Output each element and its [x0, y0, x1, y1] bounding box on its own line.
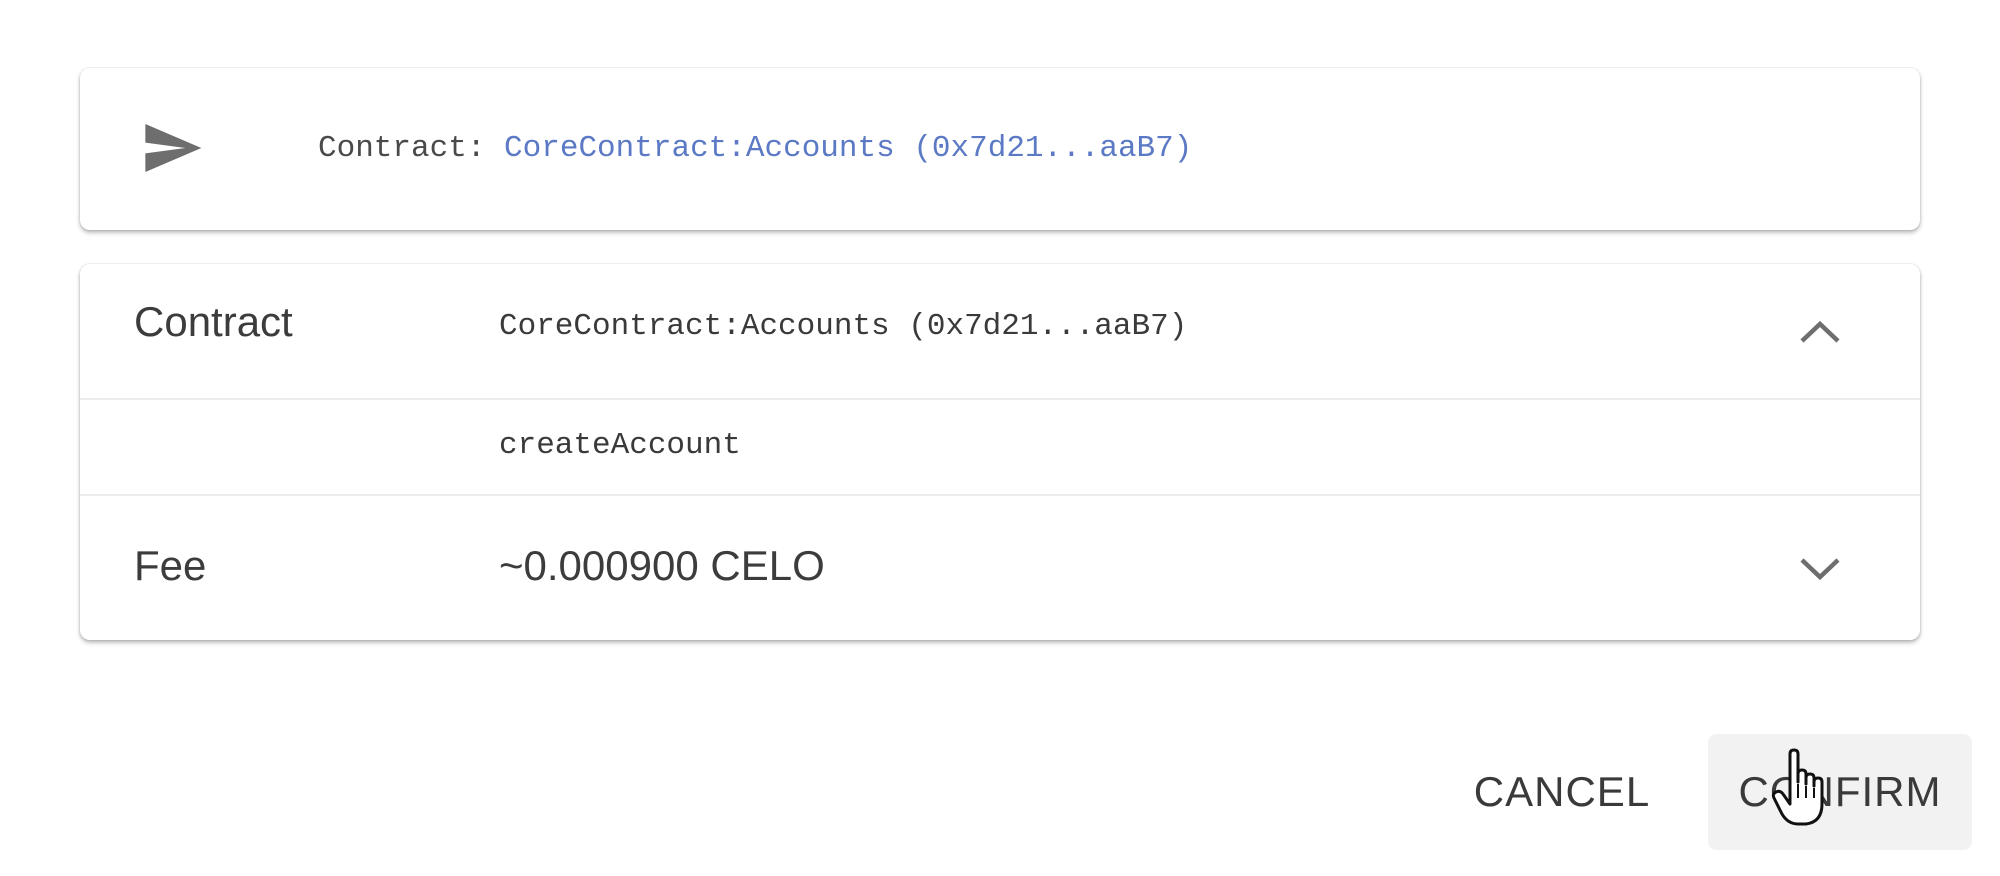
cancel-button[interactable]: CANCEL — [1442, 734, 1682, 850]
contract-link[interactable]: CoreContract:Accounts (0x7d21...aaB7) — [504, 131, 1192, 166]
transaction-summary-card: Contract: CoreContract:Accounts (0x7d21.… — [80, 68, 1920, 230]
method-name: createAccount — [499, 428, 741, 463]
transaction-details-card: Contract CoreContract:Accounts (0x7d21..… — [80, 264, 1920, 640]
method-row: createAccount — [80, 398, 1920, 496]
chevron-down-icon[interactable] — [1795, 554, 1845, 584]
fee-value: ~0.000900 CELO — [499, 542, 825, 589]
confirm-transaction-dialog: Contract: CoreContract:Accounts (0x7d21.… — [0, 0, 2000, 876]
fee-label: Fee — [134, 542, 207, 589]
contract-row[interactable]: Contract CoreContract:Accounts (0x7d21..… — [80, 264, 1920, 400]
confirm-button[interactable]: CONFIRM — [1708, 734, 1972, 850]
send-icon — [145, 124, 202, 172]
transaction-summary-text: Contract: CoreContract:Accounts (0x7d21.… — [318, 124, 1192, 174]
contract-label: Contract — [134, 298, 293, 345]
contract-value: CoreContract:Accounts (0x7d21...aaB7) — [499, 309, 1188, 344]
transaction-prefix: Contract: — [318, 131, 486, 166]
fee-row[interactable]: Fee ~0.000900 CELO — [80, 496, 1920, 640]
chevron-up-icon[interactable] — [1795, 316, 1845, 346]
